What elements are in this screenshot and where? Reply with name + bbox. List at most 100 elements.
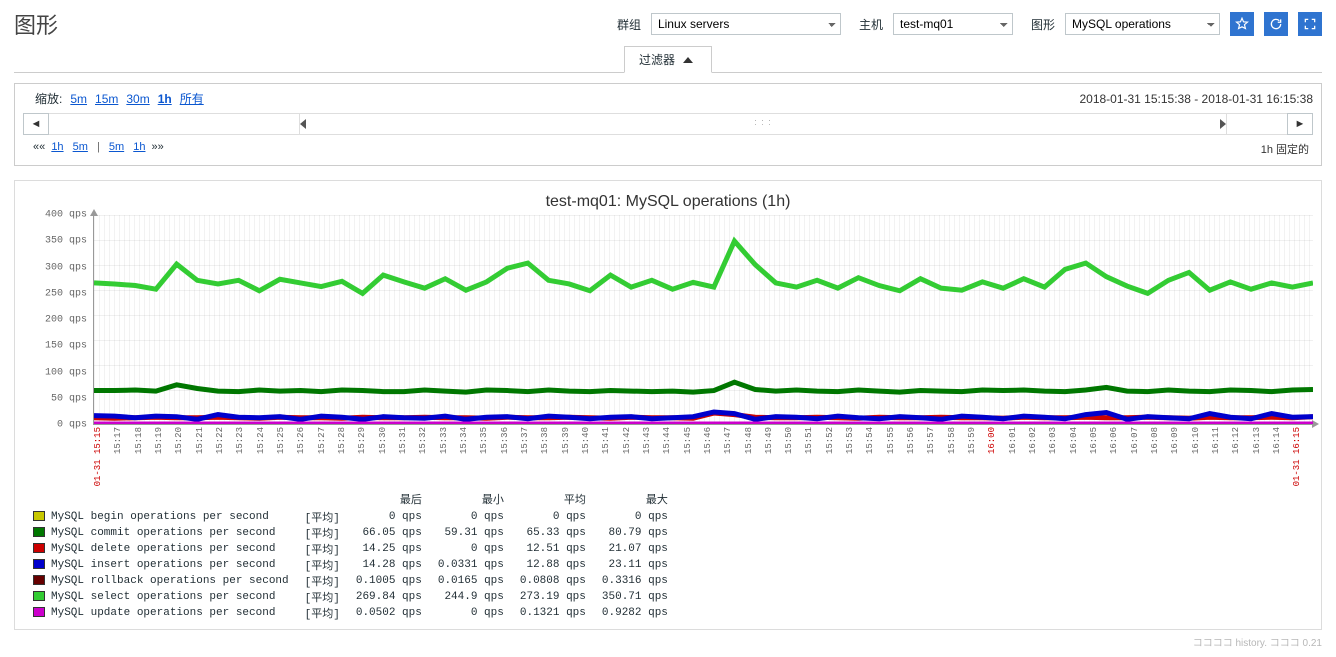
legend-row: MySQL insert operations per second[平均]14… (29, 557, 680, 573)
x-tick: 15:28 (337, 425, 357, 489)
star-icon (1235, 17, 1249, 31)
x-tick: 01-31 16:15 (1292, 425, 1312, 489)
x-tick: 15:52 (825, 425, 845, 489)
x-tick: 16:14 (1272, 425, 1292, 489)
nav-back-5m[interactable]: 5m (73, 141, 88, 153)
x-tick: 16:05 (1089, 425, 1109, 489)
fullscreen-button[interactable] (1298, 12, 1322, 36)
legend-header: 最后 (352, 491, 434, 509)
legend-row: MySQL commit operations per second[平均]66… (29, 525, 680, 541)
zoom-5m[interactable]: 5m (70, 92, 87, 106)
legend-swatch (33, 575, 45, 585)
zoom-30m[interactable]: 30m (126, 92, 149, 106)
time-scroll-track-right[interactable] (1227, 113, 1287, 135)
legend-swatch (33, 511, 45, 521)
x-tick: 16:00 (987, 425, 1007, 489)
select-graph[interactable]: MySQL operations (1065, 13, 1220, 35)
x-tick: 15:45 (683, 425, 703, 489)
series-line (94, 382, 1313, 392)
filter-tab[interactable]: 过滤器 (624, 46, 712, 73)
x-tick: 15:37 (520, 425, 540, 489)
axis-arrow-right-icon (1312, 420, 1319, 428)
x-tick: 16:09 (1170, 425, 1190, 489)
x-tick: 15:33 (439, 425, 459, 489)
legend-row: MySQL delete operations per second[平均]14… (29, 541, 680, 557)
filter-tab-label: 过滤器 (639, 51, 675, 68)
x-tick: 16:02 (1028, 425, 1048, 489)
caret-left-icon (300, 119, 306, 129)
x-tick: 15:19 (154, 425, 174, 489)
y-tick: 300 qps (45, 262, 87, 273)
x-tick: 15:30 (378, 425, 398, 489)
x-tick: 15:36 (500, 425, 520, 489)
favorite-button[interactable] (1230, 12, 1254, 36)
nav-back-1h[interactable]: 1h (51, 141, 63, 153)
legend-swatch (33, 543, 45, 553)
select-host[interactable]: test-mq01 (893, 13, 1013, 35)
x-tick: 15:39 (561, 425, 581, 489)
expand-icon (1303, 17, 1317, 31)
x-tick: 15:32 (418, 425, 438, 489)
y-tick: 200 qps (45, 315, 87, 326)
x-tick: 15:34 (459, 425, 479, 489)
x-tick: 16:10 (1191, 425, 1211, 489)
x-tick: 15:58 (947, 425, 967, 489)
nav-fixed-label: 1h 固定的 (1261, 141, 1309, 157)
time-step-forward-button[interactable]: ► (1287, 113, 1313, 135)
x-tick: 16:03 (1048, 425, 1068, 489)
zoom-15m[interactable]: 15m (95, 92, 118, 106)
x-tick: 01-31 15:15 (93, 425, 113, 489)
time-step-back-button[interactable]: ◄ (23, 113, 49, 135)
x-tick: 15:48 (744, 425, 764, 489)
x-tick: 15:53 (845, 425, 865, 489)
x-tick: 16:08 (1150, 425, 1170, 489)
chart-plot-area[interactable] (93, 215, 1313, 425)
x-tick: 15:49 (764, 425, 784, 489)
thumb-grip-icon: : : : (754, 117, 772, 127)
time-selector-panel: 缩放: 5m15m30m1h所有 2018-01-31 15:15:38 - 2… (14, 83, 1322, 166)
x-tick: 16:07 (1130, 425, 1150, 489)
x-tick: 15:17 (113, 425, 133, 489)
x-tick: 15:40 (581, 425, 601, 489)
nav-fwd-5m[interactable]: 5m (109, 141, 124, 153)
y-tick: 100 qps (45, 367, 87, 378)
x-tick: 15:57 (926, 425, 946, 489)
legend-row: MySQL update operations per second[平均]0.… (29, 605, 680, 621)
label-group: 群组 (617, 16, 641, 33)
x-tick: 15:18 (134, 425, 154, 489)
select-group[interactable]: Linux servers (651, 13, 841, 35)
legend-header: 最小 (434, 491, 516, 509)
x-tick: 15:38 (540, 425, 560, 489)
time-scroll-track-left[interactable] (49, 113, 299, 135)
zoom-所有[interactable]: 所有 (180, 92, 204, 106)
x-tick: 15:26 (296, 425, 316, 489)
x-tick: 16:06 (1109, 425, 1129, 489)
nav-ffwd-icon: »» (152, 141, 164, 153)
time-scroll-thumb[interactable]: : : : (299, 113, 1227, 135)
x-tick: 15:31 (398, 425, 418, 489)
x-tick: 15:29 (357, 425, 377, 489)
y-tick: 0 qps (57, 420, 87, 431)
x-tick: 16:13 (1252, 425, 1272, 489)
nav-separator: | (97, 141, 100, 153)
nav-rewind-icon: «« (33, 141, 45, 153)
x-tick: 16:01 (1008, 425, 1028, 489)
y-tick: 250 qps (45, 288, 87, 299)
x-tick: 15:35 (479, 425, 499, 489)
y-tick: 50 qps (51, 393, 87, 404)
x-tick: 15:59 (967, 425, 987, 489)
y-tick: 400 qps (45, 210, 87, 221)
refresh-icon (1269, 17, 1283, 31)
label-host: 主机 (859, 16, 883, 33)
x-tick: 16:04 (1069, 425, 1089, 489)
nav-fwd-1h[interactable]: 1h (133, 141, 145, 153)
legend-table: 最后最小平均最大MySQL begin operations per secon… (29, 491, 680, 621)
caret-right-icon (1220, 119, 1226, 129)
x-tick: 15:22 (215, 425, 235, 489)
zoom-1h[interactable]: 1h (158, 92, 172, 106)
legend-header: 最大 (598, 491, 680, 509)
refresh-button[interactable] (1264, 12, 1288, 36)
x-tick: 15:44 (662, 425, 682, 489)
legend-swatch (33, 527, 45, 537)
legend-swatch (33, 559, 45, 569)
